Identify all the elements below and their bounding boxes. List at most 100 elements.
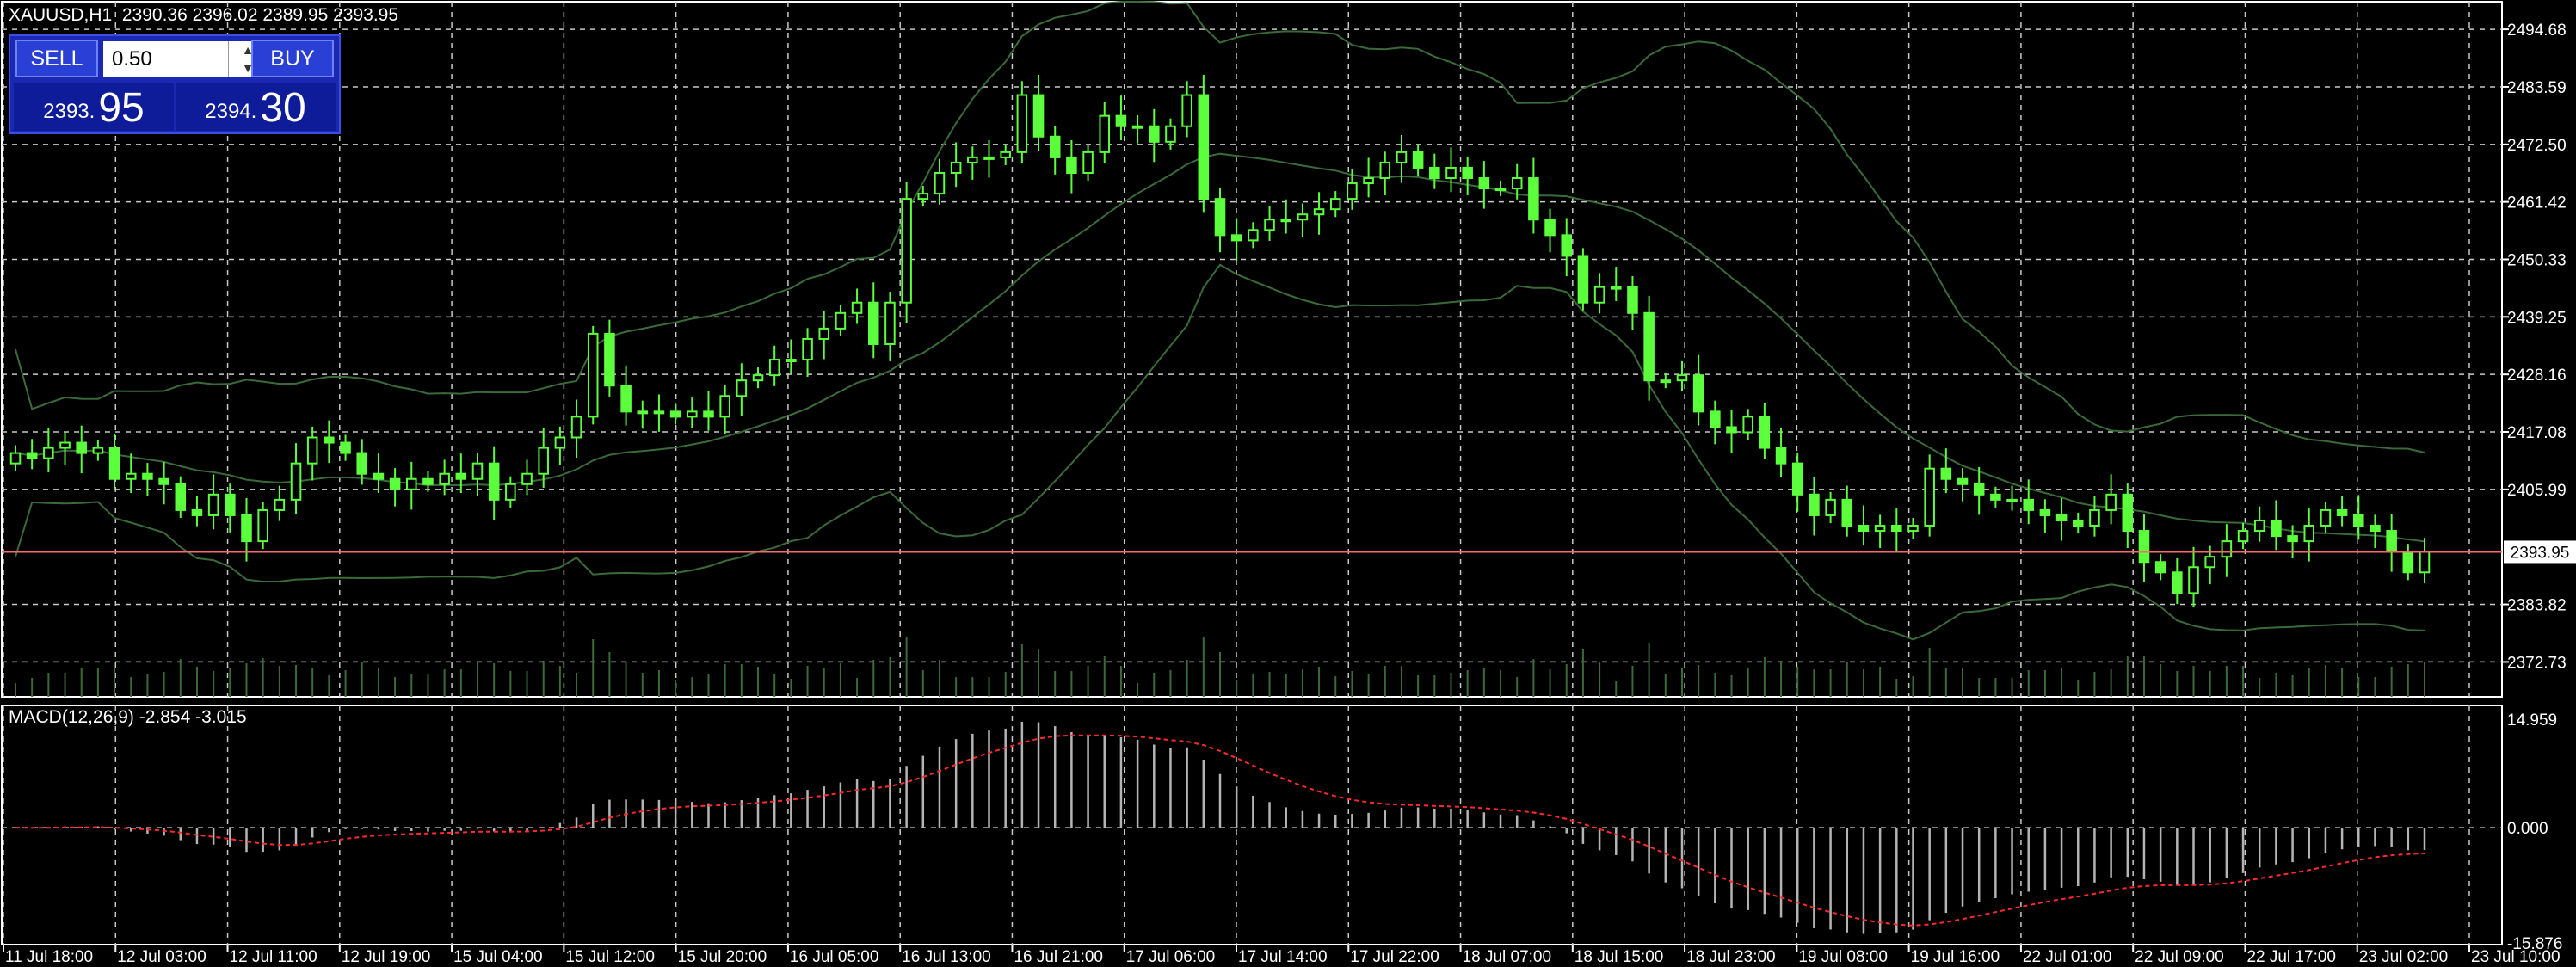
candle-body[interactable] (2237, 530, 2249, 543)
candle-body[interactable] (2271, 519, 2282, 538)
buy-button[interactable]: BUY (251, 40, 334, 77)
candle-body[interactable] (340, 441, 351, 454)
candle-body[interactable] (1329, 198, 1341, 211)
candle-body[interactable] (2138, 530, 2150, 564)
candle-body[interactable] (901, 198, 912, 304)
candle-body[interactable] (786, 359, 797, 363)
candle-body[interactable] (1396, 151, 1408, 163)
candle-body[interactable] (1429, 166, 1440, 180)
candle-body[interactable] (802, 337, 813, 361)
candle-body[interactable] (1973, 483, 1985, 496)
candle-body[interactable] (2419, 551, 2431, 574)
candle-body[interactable] (26, 452, 38, 459)
candle-body[interactable] (108, 447, 120, 480)
candle-body[interactable] (142, 472, 153, 480)
candle-body[interactable] (1462, 166, 1473, 180)
candle-body[interactable] (538, 447, 549, 475)
candle-body[interactable] (1759, 416, 1771, 449)
candle-body[interactable] (2253, 519, 2265, 533)
lot-size-input[interactable]: 0.50 ▲ ▼ (103, 41, 267, 77)
candle-body[interactable] (2320, 508, 2332, 527)
candle-body[interactable] (719, 395, 730, 418)
candle-body[interactable] (1082, 151, 1094, 174)
candle-body[interactable] (1940, 467, 1952, 480)
candle-body[interactable] (587, 332, 599, 418)
candle-body[interactable] (1841, 498, 1853, 527)
candle-body[interactable] (2303, 525, 2315, 543)
candle-body[interactable] (1214, 198, 1226, 237)
candle-body[interactable] (1528, 177, 1539, 221)
candle-body[interactable] (752, 374, 764, 382)
candle-body[interactable] (835, 311, 847, 330)
candle-body[interactable] (934, 171, 946, 195)
candle-body[interactable] (554, 436, 566, 449)
candle-body[interactable] (1891, 525, 1902, 533)
candle-body[interactable] (1066, 156, 1077, 174)
candle-body[interactable] (2154, 561, 2166, 574)
candle-body[interactable] (2039, 508, 2051, 516)
candle-body[interactable] (59, 441, 71, 449)
candle-body[interactable] (1544, 219, 1556, 237)
candle-body[interactable] (1297, 213, 1309, 221)
candle-body[interactable] (1511, 177, 1523, 190)
candle-body[interactable] (2122, 493, 2134, 533)
candle-body[interactable] (455, 472, 467, 480)
candle-body[interactable] (1692, 374, 1704, 413)
candle-body[interactable] (1131, 125, 1143, 129)
chart-canvas[interactable]: 2494.68 2483.59 2472.50 2461.42 2450.33 2439.… (0, 0, 2576, 967)
candle-body[interactable] (1924, 467, 1935, 527)
candle-body[interactable] (1016, 94, 1028, 153)
candle-body[interactable] (76, 441, 87, 454)
candle-body[interactable] (1313, 208, 1325, 216)
candle-body[interactable] (1726, 426, 1737, 434)
candle-body[interactable] (620, 385, 632, 413)
candle-body[interactable] (488, 462, 500, 501)
candle-body[interactable] (1809, 493, 1820, 516)
candle-body[interactable] (306, 436, 318, 465)
candle-body[interactable] (505, 483, 516, 501)
candle-body[interactable] (2006, 498, 2018, 502)
candle-body[interactable] (570, 416, 582, 439)
candle-body[interactable] (92, 447, 104, 454)
candle-body[interactable] (1181, 94, 1192, 127)
candle-body[interactable] (1379, 161, 1391, 180)
candle-body[interactable] (653, 410, 665, 415)
candle-body[interactable] (1660, 379, 1672, 384)
candle-body[interactable] (1032, 94, 1045, 138)
candle-body[interactable] (471, 462, 484, 480)
candle-body[interactable] (158, 477, 169, 485)
ask-price[interactable]: 2394. 30 (176, 83, 336, 131)
candle-body[interactable] (736, 379, 748, 397)
candle-body[interactable] (1907, 525, 1919, 533)
candle-body[interactable] (1445, 166, 1457, 180)
candle-body[interactable] (669, 410, 681, 418)
candle-body[interactable] (2023, 498, 2035, 511)
candle-body[interactable] (2402, 551, 2414, 574)
candle-body[interactable] (1858, 525, 1870, 533)
candle-body[interactable] (1049, 135, 1061, 158)
candle-body[interactable] (241, 514, 252, 543)
candle-body[interactable] (967, 156, 978, 163)
candle-body[interactable] (851, 301, 863, 314)
candle-body[interactable] (225, 493, 236, 516)
candle-body[interactable] (1248, 229, 1259, 242)
candle-body[interactable] (2089, 508, 2100, 527)
candle-body[interactable] (521, 472, 533, 485)
candle-body[interactable] (2336, 508, 2348, 516)
candle-body[interactable] (2188, 566, 2199, 594)
candle-body[interactable] (1264, 219, 1275, 231)
candle-body[interactable] (1412, 151, 1424, 169)
candle-body[interactable] (983, 156, 995, 160)
candle-body[interactable] (1577, 255, 1589, 304)
candle-body[interactable] (1676, 374, 1688, 382)
candle-body[interactable] (1611, 286, 1622, 290)
candle-body[interactable] (768, 359, 780, 377)
candle-body[interactable] (43, 447, 54, 459)
candle-body[interactable] (1363, 177, 1374, 185)
candle-body[interactable] (703, 410, 714, 418)
candle-body[interactable] (1627, 286, 1638, 314)
candle-body[interactable] (1280, 219, 1291, 223)
candle-body[interactable] (1643, 311, 1655, 382)
candle-body[interactable] (950, 161, 962, 174)
candle-body[interactable] (125, 472, 137, 480)
